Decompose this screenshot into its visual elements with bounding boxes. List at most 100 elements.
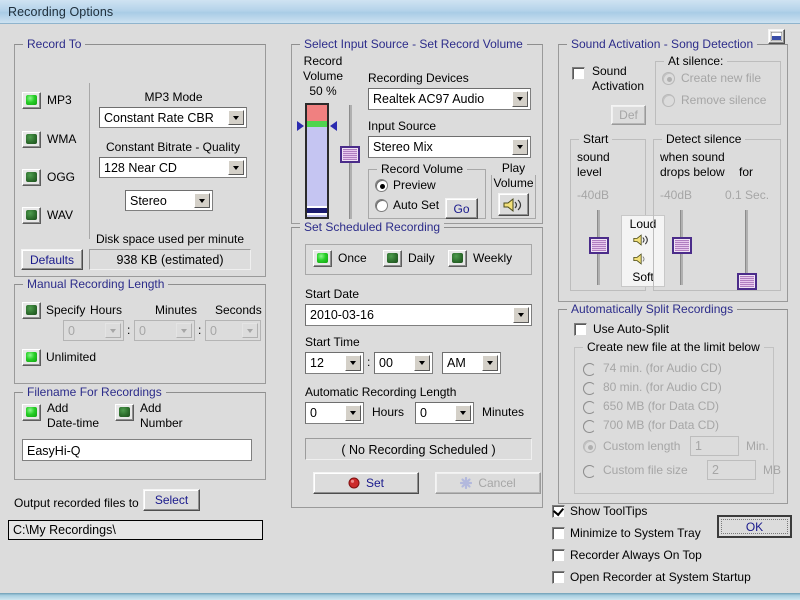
chevron-down-icon[interactable] bbox=[513, 307, 529, 323]
chevron-down-icon[interactable] bbox=[345, 405, 361, 421]
go-button[interactable]: Go bbox=[445, 198, 478, 219]
output-path-value[interactable]: C:\My Recordings\ bbox=[8, 520, 263, 540]
minimize-button[interactable] bbox=[768, 29, 785, 44]
chevron-down-icon[interactable] bbox=[455, 405, 471, 421]
format-led-mp3[interactable] bbox=[22, 92, 41, 109]
defaults-button-label: Defaults bbox=[30, 253, 74, 267]
seconds-label: Seconds bbox=[215, 303, 262, 317]
input-source-combo[interactable]: Stereo Mix bbox=[368, 136, 531, 158]
detect-level-slider-thumb[interactable] bbox=[672, 237, 692, 254]
unlimited-led[interactable] bbox=[22, 349, 41, 366]
format-led-wma[interactable] bbox=[22, 131, 41, 148]
scheduled-caption: Set Scheduled Recording bbox=[300, 220, 444, 234]
custom-size-radio bbox=[583, 465, 596, 478]
channels-combo[interactable]: Stereo bbox=[125, 190, 213, 211]
start-hour-value: 12 bbox=[310, 356, 324, 370]
add-datetime-led[interactable] bbox=[22, 404, 41, 421]
format-led-wav[interactable] bbox=[22, 207, 41, 224]
format-led-ogg[interactable] bbox=[22, 169, 41, 186]
led-dot bbox=[119, 407, 130, 417]
input-source-group: Select Input Source - Set Record Volume … bbox=[291, 44, 543, 224]
ok-button-label: OK bbox=[721, 519, 788, 534]
manual-length-caption: Manual Recording Length bbox=[23, 277, 168, 291]
frequency-led-once[interactable] bbox=[313, 250, 332, 267]
custom-size-unit: MB bbox=[763, 463, 781, 477]
detect-silence-caption: Detect silence bbox=[662, 132, 745, 146]
split-option-radio-3 bbox=[583, 420, 596, 433]
chevron-down-icon[interactable] bbox=[345, 355, 361, 371]
go-button-label: Go bbox=[453, 202, 469, 216]
autoset-radio[interactable] bbox=[375, 199, 388, 212]
set-schedule-button[interactable]: Set bbox=[313, 472, 419, 494]
preview-label: Preview bbox=[393, 178, 436, 192]
split-option-label-1: 80 min. (for Audio CD) bbox=[603, 380, 722, 394]
led-dot bbox=[26, 134, 37, 144]
speaker-soft-icon bbox=[633, 252, 651, 266]
record-volume-slider-thumb[interactable] bbox=[340, 146, 360, 163]
recording-devices-label: Recording Devices bbox=[368, 71, 469, 85]
start-date-combo[interactable]: 2010-03-16 bbox=[305, 304, 532, 326]
bitrate-label: Constant Bitrate - Quality bbox=[99, 140, 247, 154]
auto-minutes-label: Minutes bbox=[482, 405, 524, 419]
chevron-down-icon[interactable] bbox=[228, 160, 244, 175]
start-time-separator: : bbox=[367, 355, 370, 369]
recording-options-window: Recording Options Record To MP3 WMA OGG … bbox=[0, 0, 800, 600]
sound-activation-group: Sound Activation - Song Detection Sound … bbox=[558, 44, 788, 302]
chevron-down-icon bbox=[176, 323, 192, 338]
start-minute-value: 00 bbox=[379, 356, 393, 370]
minimize-to-tray-checkbox[interactable] bbox=[552, 527, 565, 540]
detect-silence-value: -40dB bbox=[660, 188, 692, 202]
recording-devices-combo[interactable]: Realtek AC97 Audio bbox=[368, 88, 531, 110]
use-auto-split-checkbox[interactable] bbox=[574, 323, 587, 336]
frequency-label-once: Once bbox=[338, 251, 367, 265]
frequency-led-daily[interactable] bbox=[383, 250, 402, 267]
sound-activation-checkbox[interactable] bbox=[572, 67, 585, 80]
bitrate-combo[interactable]: 128 Near CD bbox=[99, 157, 247, 178]
mp3-mode-combo[interactable]: Constant Rate CBR bbox=[99, 107, 247, 128]
filename-input[interactable]: EasyHi-Q bbox=[22, 439, 252, 461]
format-label-mp3: MP3 bbox=[47, 93, 72, 107]
radio-dot bbox=[588, 445, 593, 450]
auto-split-group: Automatically Split Recordings Use Auto-… bbox=[558, 309, 788, 504]
chevron-down-icon[interactable] bbox=[414, 355, 430, 371]
auto-split-caption: Automatically Split Recordings bbox=[567, 302, 737, 316]
play-volume-button[interactable] bbox=[498, 193, 529, 216]
play-volume-label-line1: Play bbox=[491, 161, 536, 175]
unlimited-label: Unlimited bbox=[46, 350, 96, 364]
start-hour-combo[interactable]: 12 bbox=[305, 352, 364, 374]
select-output-button[interactable]: Select bbox=[143, 489, 200, 511]
specify-length-led[interactable] bbox=[22, 302, 41, 319]
meridiem-combo[interactable]: AM bbox=[442, 352, 501, 374]
minimize-icon bbox=[771, 32, 782, 41]
defaults-button[interactable]: Defaults bbox=[21, 249, 83, 270]
chevron-down-icon[interactable] bbox=[512, 139, 528, 155]
always-on-top-checkbox[interactable] bbox=[552, 549, 565, 562]
chevron-down-icon[interactable] bbox=[194, 193, 210, 208]
remove-silence-radio bbox=[662, 94, 675, 107]
detect-silence-line2: when sound bbox=[660, 150, 725, 164]
ok-button[interactable]: OK bbox=[717, 515, 792, 538]
check-icon bbox=[553, 505, 564, 516]
set-button-label: Set bbox=[366, 476, 384, 490]
show-tooltips-checkbox[interactable] bbox=[552, 505, 565, 518]
detect-duration-slider-thumb[interactable] bbox=[737, 273, 757, 290]
frequency-led-weekly[interactable] bbox=[448, 250, 467, 267]
chevron-down-icon[interactable] bbox=[228, 110, 244, 125]
detect-for-value: 0.1 Sec. bbox=[725, 188, 769, 202]
add-datetime-label-line2: Date-time bbox=[47, 416, 99, 430]
auto-hours-combo[interactable]: 0 bbox=[305, 402, 364, 424]
led-dot bbox=[387, 253, 398, 263]
open-at-startup-checkbox[interactable] bbox=[552, 571, 565, 584]
autoset-label: Auto Set bbox=[393, 198, 439, 212]
add-number-led[interactable] bbox=[115, 404, 134, 421]
auto-minutes-combo[interactable]: 0 bbox=[415, 402, 474, 424]
start-level-slider-thumb[interactable] bbox=[589, 237, 609, 254]
record-volume-label-line2: Volume bbox=[294, 69, 352, 83]
chevron-down-icon[interactable] bbox=[482, 355, 498, 371]
start-minute-combo[interactable]: 00 bbox=[374, 352, 433, 374]
frequency-label-weekly: Weekly bbox=[473, 251, 512, 265]
custom-length-input: 1 bbox=[690, 436, 739, 456]
auto-hours-label: Hours bbox=[372, 405, 404, 419]
preview-radio[interactable] bbox=[375, 179, 388, 192]
chevron-down-icon[interactable] bbox=[512, 91, 528, 107]
